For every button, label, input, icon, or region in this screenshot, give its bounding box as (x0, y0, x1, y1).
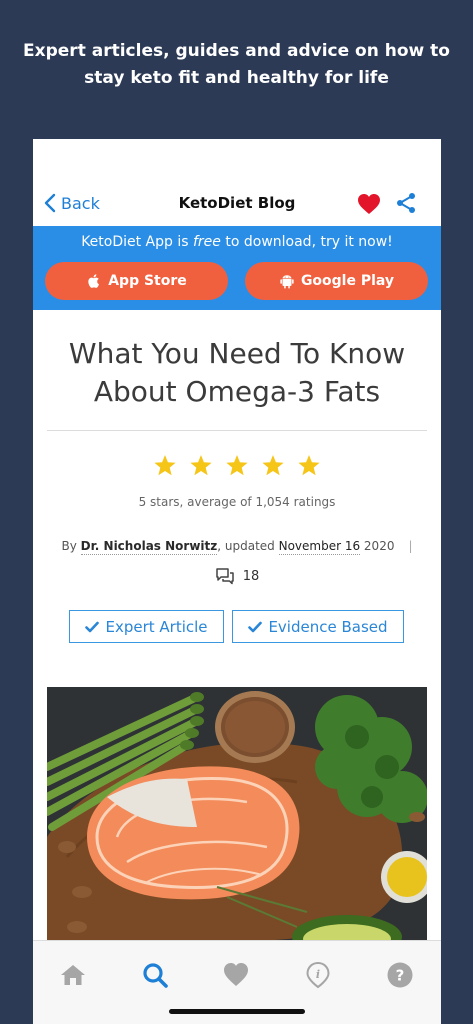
tab-search[interactable] (141, 961, 169, 989)
title-divider (47, 430, 427, 431)
heart-icon (358, 194, 380, 214)
promo-text: KetoDiet App is free to download, try it… (81, 234, 393, 250)
star-rating[interactable] (33, 454, 441, 477)
home-icon (61, 965, 85, 985)
app-store-label: App Store (108, 273, 187, 289)
author-link[interactable]: Dr. Nicholas Norwitz (80, 539, 218, 555)
tab-home[interactable] (59, 961, 87, 989)
share-button[interactable] (395, 192, 417, 214)
share-icon (397, 193, 415, 213)
favorite-button[interactable] (357, 193, 381, 215)
check-icon (85, 621, 100, 632)
search-icon (143, 963, 168, 988)
star-icon (226, 455, 248, 476)
android-icon (280, 275, 294, 289)
phone-screen: Back KetoDiet Blog KetoDiet App is free … (33, 139, 441, 1024)
byline: By Dr. Nicholas Norwitz, updated Novembe… (61, 539, 413, 555)
home-indicator (169, 1009, 305, 1014)
back-chevron-icon (44, 193, 56, 213)
download-promo-banner: KetoDiet App is free to download, try it… (33, 226, 441, 310)
star-icon (262, 455, 284, 476)
updated-date-link[interactable]: November 16 (278, 539, 361, 555)
rating-summary: 5 stars, average of 1,054 ratings (138, 495, 336, 509)
star-icon (298, 455, 320, 476)
google-play-label: Google Play (300, 273, 395, 289)
tab-favorites[interactable] (222, 961, 250, 989)
byline-separator: | (408, 539, 413, 553)
comment-icon (215, 568, 234, 585)
star-icon (154, 455, 176, 476)
evidence-based-badge[interactable]: Evidence Based (232, 610, 404, 643)
expert-article-badge[interactable]: Expert Article (69, 610, 224, 643)
help-icon: ? (387, 962, 413, 988)
comments-link[interactable]: 18 (33, 567, 441, 585)
navigation-bar: Back KetoDiet Blog (33, 185, 441, 223)
app-store-button[interactable]: App Store (45, 262, 228, 300)
heart-tab-icon (224, 963, 248, 986)
salmon-food-photo (47, 687, 427, 942)
svg-text:?: ? (396, 967, 405, 985)
svg-text:i: i (316, 968, 320, 981)
tab-help[interactable]: ? (386, 961, 414, 989)
check-icon (248, 621, 263, 632)
back-button[interactable]: Back (43, 193, 100, 213)
info-icon: i (306, 961, 330, 989)
apple-icon (88, 274, 100, 288)
comment-count: 18 (242, 568, 260, 584)
tab-info[interactable]: i (304, 961, 332, 989)
star-icon (190, 455, 212, 476)
google-play-button[interactable]: Google Play (245, 262, 428, 300)
promo-caption: Expert articles, guides and advice on ho… (23, 41, 450, 88)
article-title: What You Need To Know About Omega-3 Fats (68, 337, 406, 408)
article-hero-image (47, 687, 427, 942)
back-label: Back (61, 193, 100, 213)
